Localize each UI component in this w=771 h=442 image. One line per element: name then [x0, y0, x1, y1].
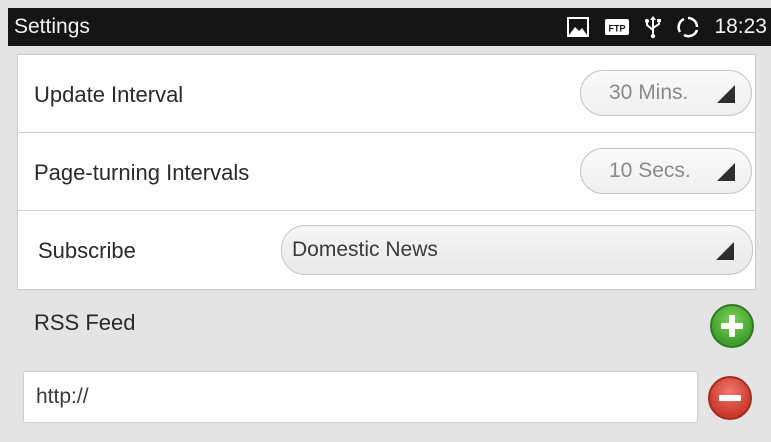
- clock: 18:23: [714, 15, 767, 38]
- status-bar: Settings FTP 18:23: [8, 8, 771, 46]
- update-interval-row: Update Interval 30 Mins.: [18, 55, 755, 133]
- dropdown-arrow-icon: [717, 85, 735, 103]
- page-turning-select[interactable]: 10 Secs.: [580, 148, 752, 194]
- update-interval-value: 30 Mins.: [609, 81, 689, 104]
- dropdown-arrow-icon: [716, 242, 734, 260]
- page-title: Settings: [14, 15, 90, 38]
- usb-icon: [644, 15, 662, 39]
- plus-icon-vertical: [729, 315, 735, 337]
- subscribe-label: Subscribe: [38, 238, 136, 263]
- rss-feed-label: RSS Feed: [34, 310, 136, 335]
- rss-url-input[interactable]: [23, 371, 698, 423]
- status-icons: FTP 18:23: [566, 8, 767, 46]
- update-interval-select[interactable]: 30 Mins.: [580, 70, 752, 116]
- subscribe-row: Subscribe Domestic News: [18, 211, 755, 289]
- add-feed-button[interactable]: [710, 304, 754, 348]
- remove-feed-button[interactable]: [708, 376, 752, 420]
- page-turning-row: Page-turning Intervals 10 Secs.: [18, 133, 755, 211]
- update-interval-label: Update Interval: [34, 82, 184, 107]
- ftp-icon: FTP: [604, 17, 630, 37]
- page-turning-value: 10 Secs.: [609, 159, 691, 182]
- page-turning-label: Page-turning Intervals: [34, 160, 250, 185]
- subscribe-value: Domestic News: [292, 238, 438, 261]
- sync-icon: [676, 15, 700, 39]
- settings-card: Update Interval 30 Mins. Page-turning In…: [17, 54, 756, 290]
- ftp-icon-text: FTP: [609, 24, 626, 34]
- image-icon: [566, 16, 590, 38]
- subscribe-select[interactable]: Domestic News: [281, 225, 753, 275]
- minus-icon: [719, 395, 741, 401]
- dropdown-arrow-icon: [717, 163, 735, 181]
